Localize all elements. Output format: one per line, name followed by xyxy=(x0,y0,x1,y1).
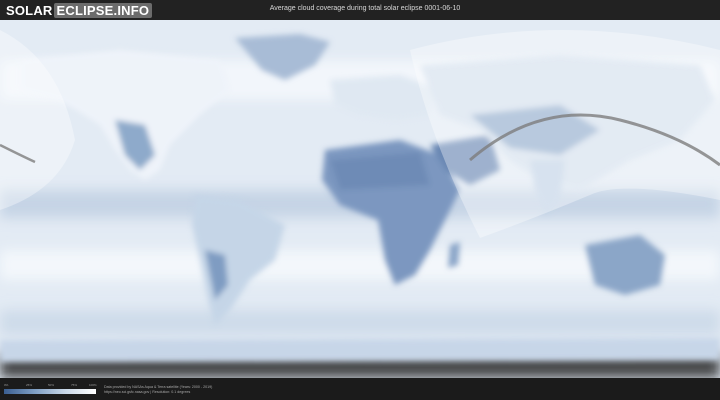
legend-tick: 0% xyxy=(4,383,9,387)
logo-text-solar: SOLAR xyxy=(6,2,53,18)
data-credit: Data provided by NASAs Aqua & Terra sate… xyxy=(104,385,212,395)
page-title: Average cloud coverage during total sola… xyxy=(269,5,461,12)
cloud-coverage-map xyxy=(0,20,720,378)
site-logo[interactable]: SOLAR ECLIPSE.INFO xyxy=(6,2,153,18)
header: SOLAR ECLIPSE.INFO Average cloud coverag… xyxy=(0,0,720,20)
credit-line-2[interactable]: https://neo.sci.gsfc.nasa.gov | Resoluti… xyxy=(104,390,212,395)
world-map-svg xyxy=(0,20,720,378)
legend-tick: 25% xyxy=(26,383,33,387)
footer: 0% 25% 50% 75% 100% Data provided by NAS… xyxy=(0,378,720,400)
logo-text-eclipse-info: ECLIPSE.INFO xyxy=(53,2,153,18)
legend-tick: 75% xyxy=(71,383,78,387)
legend-tick: 100% xyxy=(89,383,97,387)
legend-tick: 50% xyxy=(48,383,55,387)
legend-color-bar xyxy=(4,389,96,394)
antarctica xyxy=(0,338,720,362)
